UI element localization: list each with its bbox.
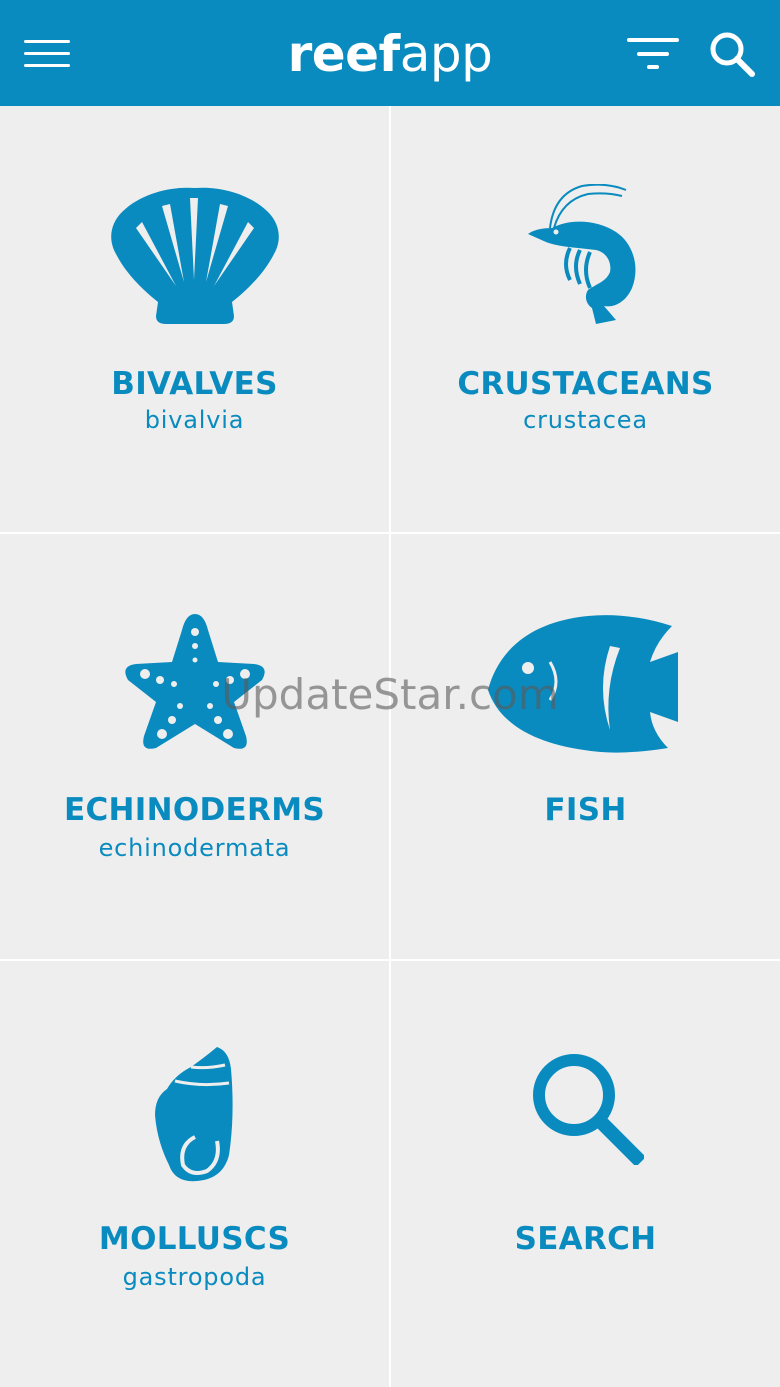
tile-title: MOLLUSCS — [98, 1221, 291, 1257]
tile-search[interactable]: SEARCH — [391, 961, 780, 1387]
grid-divider-horizontal — [0, 532, 780, 534]
tile-title: BIVALVES — [111, 366, 278, 402]
tile-title: CRUSTACEANS — [457, 366, 714, 402]
logo-light-text: app — [399, 25, 493, 83]
tile-subtitle: gastropoda — [122, 1263, 267, 1291]
tile-title: FISH — [544, 792, 627, 828]
snail-shell-icon — [154, 1045, 235, 1183]
grid-divider-horizontal — [0, 959, 780, 961]
angelfish-icon — [488, 612, 682, 754]
grid-divider-vertical — [389, 106, 391, 1387]
shrimp-icon — [526, 183, 646, 326]
tile-subtitle: crustacea — [523, 406, 648, 434]
tile-subtitle: echinodermata — [98, 834, 291, 862]
magnifier-icon — [528, 1049, 646, 1167]
filter-icon[interactable] — [627, 36, 681, 72]
tile-title: SEARCH — [514, 1221, 657, 1257]
search-icon[interactable] — [707, 30, 757, 78]
tile-title: ECHINODERMS — [64, 792, 325, 828]
starfish-icon — [120, 610, 270, 755]
tile-echinoderms[interactable]: ECHINODERMS echinodermata — [0, 534, 389, 960]
logo-bold-text: reef — [287, 25, 401, 83]
top-app-bar: reefapp — [0, 0, 780, 106]
tile-bivalves[interactable]: BIVALVES bivalvia — [0, 106, 389, 532]
tile-fish[interactable]: FISH — [391, 534, 780, 960]
tile-subtitle: bivalvia — [144, 406, 245, 434]
tile-crustaceans[interactable]: CRUSTACEANS crustacea — [391, 106, 780, 532]
tile-molluscs[interactable]: MOLLUSCS gastropoda — [0, 961, 389, 1387]
scallop-shell-icon — [110, 184, 280, 329]
